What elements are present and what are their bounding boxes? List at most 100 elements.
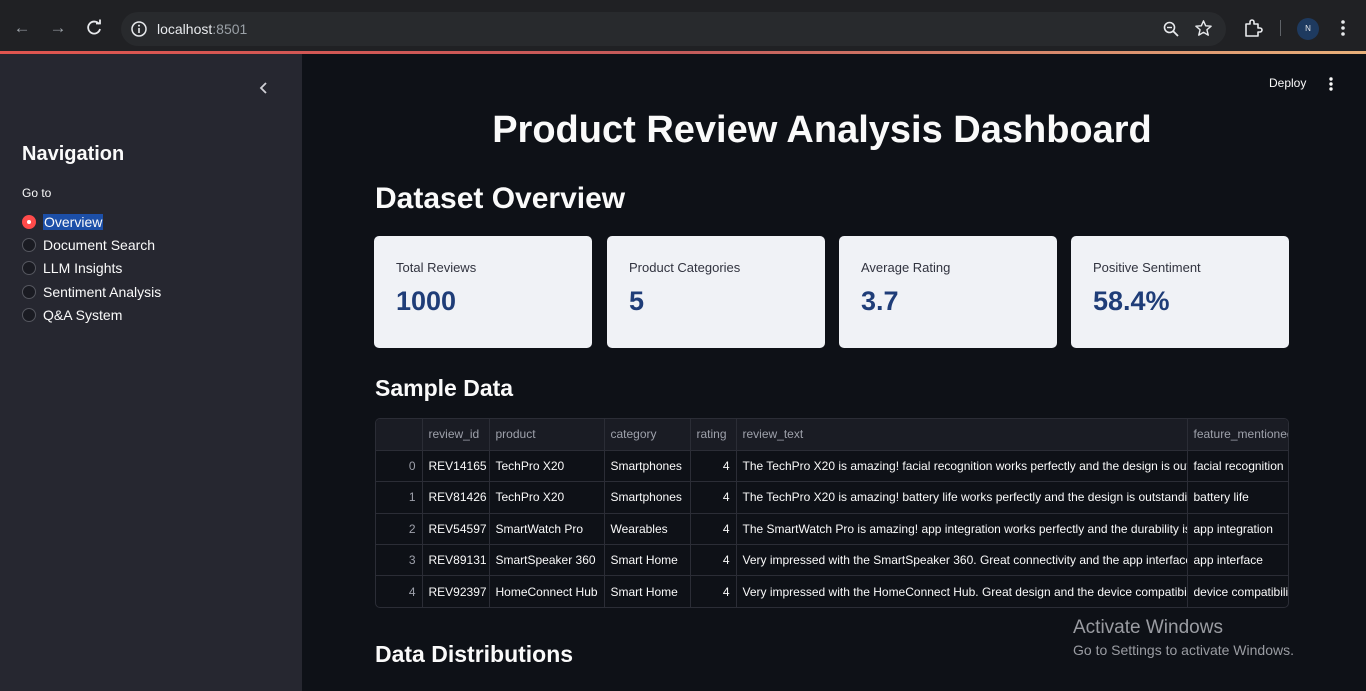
metric-value: 58.4% — [1093, 286, 1170, 316]
table-row: 1 REV81426 TechPro X20 Smartphones 4 The… — [376, 481, 1288, 514]
cell-rating[interactable]: 4 — [690, 575, 737, 607]
radio-unchecked-icon[interactable] — [22, 284, 36, 299]
cell-rating[interactable]: 4 — [690, 481, 737, 514]
metric-label: Positive Sentiment — [1093, 260, 1201, 275]
column-header-feature-mentioned[interactable]: feature_mentioned — [1187, 419, 1288, 451]
cell-rating[interactable]: 4 — [690, 450, 737, 483]
table-row: 3 REV89131 SmartSpeaker 360 Smart Home 4… — [376, 544, 1288, 577]
profile-avatar[interactable]: N — [1297, 18, 1319, 40]
cell-review-id[interactable]: REV81426 — [422, 481, 490, 514]
radio-option-label: Document Search — [43, 236, 156, 253]
app-menu-icon[interactable] — [1325, 75, 1337, 93]
reload-icon[interactable] — [83, 17, 105, 39]
url-text: localhost:8501 — [157, 21, 247, 37]
radio-unchecked-icon[interactable] — [22, 307, 36, 322]
metric-value: 5 — [629, 286, 645, 316]
collapse-sidebar-chevron-icon[interactable] — [255, 78, 273, 98]
row-index: 1 — [376, 481, 423, 514]
radio-checked-icon[interactable] — [22, 214, 36, 229]
activate-windows-watermark: Activate Windows Go to Settings to activ… — [1073, 617, 1294, 658]
radio-group-label: Go to — [22, 186, 52, 200]
radio-option-label: Overview — [43, 213, 104, 230]
table-row: 2 REV54597 SmartWatch Pro Wearables 4 Th… — [376, 513, 1288, 546]
column-header-index[interactable] — [376, 419, 423, 451]
section-heading-sample-data: Sample Data — [375, 375, 514, 401]
cell-review-id[interactable]: REV14165 — [422, 450, 490, 483]
column-header-product[interactable]: product — [489, 419, 605, 451]
column-header-category[interactable]: category — [604, 419, 691, 451]
cell-category[interactable]: Smartphones — [604, 481, 691, 514]
cell-feature-mentioned[interactable]: battery life — [1187, 481, 1288, 514]
column-header-review-text[interactable]: review_text — [736, 419, 1188, 451]
sidebar-title: Navigation — [22, 143, 125, 165]
bookmark-star-icon[interactable] — [1194, 19, 1213, 38]
cell-category[interactable]: Smart Home — [604, 544, 691, 577]
cell-feature-mentioned[interactable]: app integration — [1187, 513, 1288, 546]
cell-category[interactable]: Smartphones — [604, 450, 691, 483]
sidebar: Navigation Go to Overview Document Searc… — [0, 54, 302, 691]
extensions-puzzle-icon[interactable] — [1243, 18, 1263, 38]
cell-rating[interactable]: 4 — [690, 513, 737, 546]
browser-toolbar: ← → localhost:8501 N — [0, 0, 1366, 55]
browser-menu-icon[interactable] — [1333, 17, 1353, 39]
cell-review-text[interactable]: The SmartWatch Pro is amazing! app integ… — [736, 513, 1188, 546]
radio-option-sentiment-analysis[interactable]: Sentiment Analysis — [22, 280, 161, 303]
zoom-icon[interactable] — [1162, 20, 1180, 38]
metric-value: 1000 — [396, 286, 457, 316]
cell-category[interactable]: Wearables — [604, 513, 691, 546]
deploy-button[interactable]: Deploy — [1269, 76, 1306, 90]
watermark-title: Activate Windows — [1073, 617, 1223, 638]
cell-feature-mentioned[interactable]: device compatibility — [1187, 575, 1288, 607]
cell-review-text[interactable]: Very impressed with the SmartSpeaker 360… — [736, 544, 1188, 577]
cell-feature-mentioned[interactable]: app interface — [1187, 544, 1288, 577]
watermark-subtitle: Go to Settings to activate Windows. — [1073, 642, 1294, 658]
radio-option-document-search[interactable]: Document Search — [22, 233, 161, 256]
cell-category[interactable]: Smart Home — [604, 575, 691, 607]
radio-option-label: Q&A System — [43, 306, 123, 323]
radio-option-label: Sentiment Analysis — [43, 283, 162, 300]
cell-product[interactable]: TechPro X20 — [489, 450, 605, 483]
cell-product[interactable]: SmartWatch Pro — [489, 513, 605, 546]
nav-radio-group: Overview Document Search LLM Insights Se… — [22, 210, 161, 326]
toolbar-divider — [1280, 20, 1281, 36]
forward-arrow-icon[interactable]: → — [47, 17, 69, 39]
radio-unchecked-icon[interactable] — [22, 261, 36, 276]
cell-product[interactable]: TechPro X20 — [489, 481, 605, 514]
column-header-rating[interactable]: rating — [690, 419, 737, 451]
metric-card-average-rating: Average Rating 3.7 — [839, 236, 1057, 348]
metric-value: 3.7 — [861, 286, 899, 316]
page-title: Product Review Analysis Dashboard — [492, 109, 1152, 151]
cell-review-id[interactable]: REV54597 — [422, 513, 490, 546]
radio-unchecked-icon[interactable] — [22, 237, 36, 252]
main-content: Deploy Product Review Analysis Dashboard… — [302, 54, 1366, 691]
metric-label: Total Reviews — [396, 260, 477, 275]
sample-data-table[interactable]: review_id product category rating review… — [375, 418, 1289, 608]
metric-card-total-reviews: Total Reviews 1000 — [374, 236, 592, 348]
cell-review-id[interactable]: REV92397 — [422, 575, 490, 607]
cell-review-text[interactable]: The TechPro X20 is amazing! battery life… — [736, 481, 1188, 514]
row-index: 2 — [376, 513, 423, 546]
radio-option-qa-system[interactable]: Q&A System — [22, 303, 161, 326]
cell-feature-mentioned[interactable]: facial recognition — [1187, 450, 1288, 483]
table-header-row: review_id product category rating review… — [376, 419, 1288, 451]
back-arrow-icon[interactable]: ← — [11, 17, 33, 39]
table-row: 0 REV14165 TechPro X20 Smartphones 4 The… — [376, 450, 1288, 483]
cell-review-text[interactable]: The TechPro X20 is amazing! facial recog… — [736, 450, 1188, 483]
cell-product[interactable]: SmartSpeaker 360 — [489, 544, 605, 577]
url-host: localhost — [157, 21, 213, 37]
url-port: :8501 — [212, 21, 248, 37]
radio-option-overview[interactable]: Overview — [22, 210, 161, 233]
cell-review-text[interactable]: Very impressed with the HomeConnect Hub.… — [736, 575, 1188, 607]
section-heading-data-distributions: Data Distributions — [375, 641, 574, 667]
cell-review-id[interactable]: REV89131 — [422, 544, 490, 577]
cell-product[interactable]: HomeConnect Hub — [489, 575, 605, 607]
column-header-review-id[interactable]: review_id — [422, 419, 490, 451]
radio-option-llm-insights[interactable]: LLM Insights — [22, 257, 161, 280]
cell-rating[interactable]: 4 — [690, 544, 737, 577]
metric-card-positive-sentiment: Positive Sentiment 58.4% — [1071, 236, 1289, 348]
address-bar[interactable]: localhost:8501 — [121, 12, 1226, 46]
table-row: 4 REV92397 HomeConnect Hub Smart Home 4 … — [376, 575, 1288, 607]
metric-label: Product Categories — [629, 260, 741, 275]
site-info-icon[interactable] — [130, 20, 148, 38]
row-index: 4 — [376, 575, 423, 607]
